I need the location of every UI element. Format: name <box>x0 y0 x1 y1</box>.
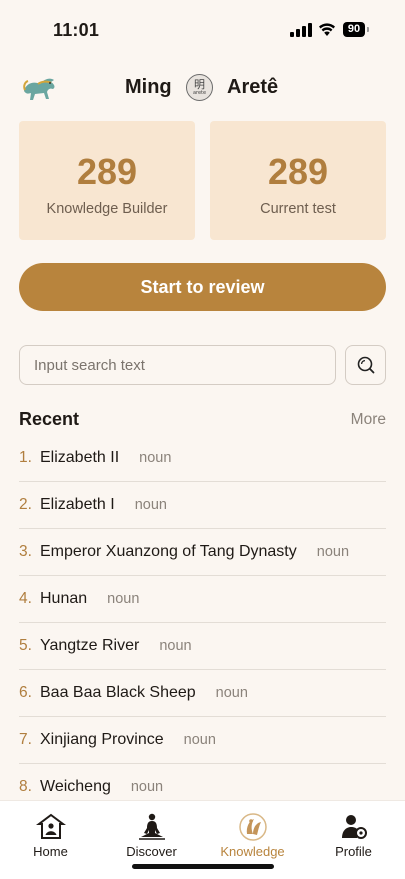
recent-list: 1. Elizabeth II noun 2. Elizabeth I noun… <box>19 435 386 810</box>
list-item[interactable]: 7. Xinjiang Province noun <box>19 717 386 764</box>
tab-discover[interactable]: Discover <box>101 801 202 861</box>
item-word: Weicheng <box>40 778 111 795</box>
item-word: Baa Baa Black Sheep <box>40 684 196 701</box>
item-word: Yangtze River <box>40 637 140 654</box>
item-word: Xinjiang Province <box>40 731 164 748</box>
item-word: Elizabeth II <box>40 449 120 466</box>
list-item[interactable]: 4. Hunan noun <box>19 576 386 623</box>
item-part-of-speech: noun <box>183 732 216 748</box>
battery-icon: 90 <box>343 22 369 37</box>
item-word: Hunan <box>40 590 88 607</box>
meditation-icon <box>138 813 165 840</box>
stat-label: Knowledge Builder <box>46 201 168 217</box>
home-indicator <box>132 864 274 869</box>
wifi-icon <box>319 23 335 36</box>
brand-name-left: Ming <box>125 76 172 98</box>
recent-section-title: Recent <box>19 409 80 429</box>
item-part-of-speech: noun <box>139 450 172 466</box>
stat-label: Current test <box>260 201 336 217</box>
stat-value: 289 <box>267 151 329 192</box>
list-item[interactable]: 5. Yangtze River noun <box>19 623 386 670</box>
item-word: Emperor Xuanzong of Tang Dynasty <box>40 543 297 560</box>
seal-subtext: arete <box>192 90 207 96</box>
item-number: 3. <box>19 543 32 560</box>
qilin-logo-icon[interactable] <box>20 71 60 105</box>
seal-character: 明 <box>194 78 205 91</box>
item-number: 1. <box>19 449 32 466</box>
list-item[interactable]: 1. Elizabeth II noun <box>19 435 386 482</box>
item-number: 6. <box>19 684 32 701</box>
tab-label: Knowledge <box>220 844 285 859</box>
profile-icon <box>341 815 367 839</box>
tab-profile[interactable]: Profile <box>303 801 404 861</box>
search-button[interactable] <box>345 345 386 385</box>
knowledge-builder-card[interactable]: 289 Knowledge Builder <box>19 121 195 240</box>
search-input[interactable] <box>19 345 336 385</box>
more-link[interactable]: More <box>351 411 386 429</box>
tab-knowledge[interactable]: Knowledge <box>202 801 303 861</box>
stat-value: 289 <box>76 151 138 192</box>
app-header: Ming 明 arete Aretê <box>0 66 405 110</box>
item-part-of-speech: noun <box>159 638 192 654</box>
item-number: 5. <box>19 637 32 654</box>
start-review-button[interactable]: Start to review <box>19 263 386 311</box>
ming-seal-logo: 明 arete <box>186 74 213 101</box>
tab-label: Profile <box>335 844 372 859</box>
tab-label: Home <box>33 844 68 859</box>
battery-level: 90 <box>343 22 365 37</box>
item-part-of-speech: noun <box>134 497 167 513</box>
list-item[interactable]: 3. Emperor Xuanzong of Tang Dynasty noun <box>19 529 386 576</box>
cellular-signal-icon <box>290 23 312 37</box>
status-bar: 11:01 90 <box>0 0 405 60</box>
list-item[interactable]: 6. Baa Baa Black Sheep noun <box>19 670 386 717</box>
item-number: 2. <box>19 496 32 513</box>
item-part-of-speech: noun <box>215 685 248 701</box>
current-test-card[interactable]: 289 Current test <box>210 121 386 240</box>
item-word: Elizabeth I <box>40 496 115 513</box>
item-part-of-speech: noun <box>107 591 140 607</box>
status-time: 11:01 <box>53 20 100 40</box>
item-part-of-speech: noun <box>130 779 164 795</box>
item-part-of-speech: noun <box>316 544 350 560</box>
home-icon <box>35 813 66 839</box>
item-number: 7. <box>19 731 32 748</box>
list-item[interactable]: 2. Elizabeth I noun <box>19 482 386 529</box>
knowledge-icon <box>238 813 267 841</box>
item-number: 4. <box>19 590 32 607</box>
tab-home[interactable]: Home <box>0 801 101 861</box>
tab-label: Discover <box>126 844 177 859</box>
brand-name-right: Aretê <box>227 76 279 98</box>
item-number: 8. <box>19 778 32 795</box>
search-icon <box>357 356 374 374</box>
